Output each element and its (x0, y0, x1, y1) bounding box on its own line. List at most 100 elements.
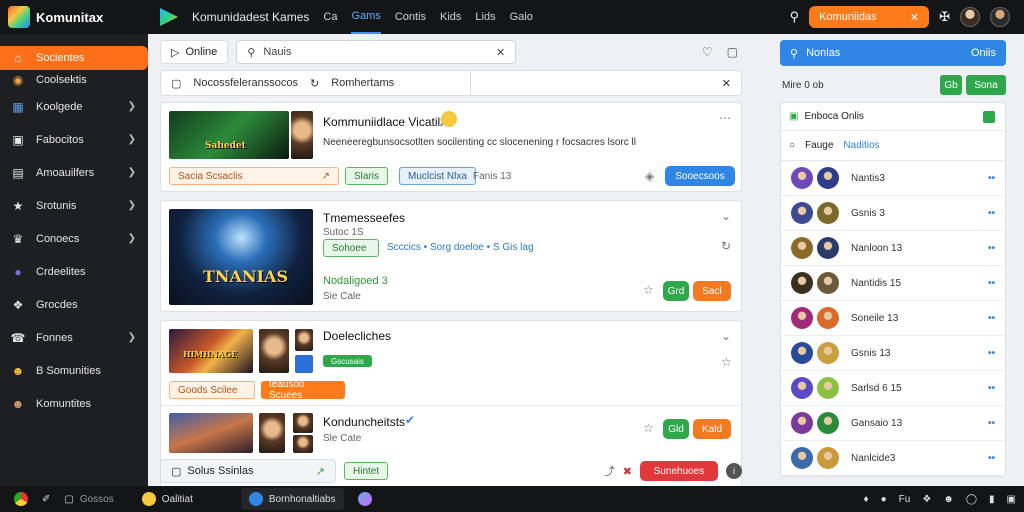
sidebar-item-srotunis[interactable]: ★ Srotunis ❯ (0, 189, 148, 222)
person-row[interactable]: Nanloon 13 •• (781, 231, 1005, 266)
compress-icon[interactable]: ✖ (623, 465, 632, 478)
sidebar-item-conoecs[interactable]: ♛ Conoecs ❯ (0, 222, 148, 255)
composer-chip[interactable]: Hintet (344, 462, 389, 480)
more-options-icon[interactable]: •• (988, 453, 995, 464)
taskbar-item-1[interactable]: ▢ Gossos (64, 494, 113, 505)
sidebar-item-komuntites[interactable]: ☻ Komuntites (0, 387, 148, 420)
composer-action-button[interactable]: Sunehuoes (640, 461, 718, 481)
sidebar-item-b-somunities[interactable]: ☻ B Somunities (0, 354, 148, 387)
avatar[interactable] (960, 7, 980, 27)
post-thumbnail[interactable]: Sahedet (169, 111, 289, 159)
sidebar-item-socientes[interactable]: ⌂ Socientes (0, 46, 148, 70)
person-row[interactable]: Gansaio 13 •• (781, 406, 1005, 441)
sidebar-item-crdeelites[interactable]: ● Crdeelites (0, 255, 148, 288)
tab-gams[interactable]: Gams (351, 0, 381, 34)
post-tag-3[interactable]: Muclcist Nlxa (399, 167, 476, 185)
more-options-icon[interactable]: •• (988, 313, 995, 324)
star-icon[interactable]: ☆ (643, 421, 654, 435)
star-icon[interactable]: ☆ (643, 283, 654, 297)
more-options-icon[interactable]: •• (988, 383, 995, 394)
post-thumbnail[interactable]: TNANIAS (169, 209, 313, 305)
post-tag-2[interactable]: Slaris (345, 167, 389, 185)
more-options-icon[interactable]: •• (988, 173, 995, 184)
post-green-button[interactable]: Grd (663, 281, 689, 301)
info-icon[interactable]: i (726, 463, 742, 479)
battery-icon[interactable]: ▮ (989, 494, 995, 505)
heart-icon[interactable]: ♡ (702, 45, 713, 59)
avatar-secondary[interactable] (990, 7, 1010, 27)
sidebar-item-grocdes[interactable]: ❖ Grocdes (0, 288, 148, 321)
post-tag-1[interactable]: Gscusais (323, 355, 372, 367)
post-tag-1[interactable]: Sohoee (323, 239, 379, 257)
taskbar-tool[interactable]: ✐ (42, 494, 50, 505)
tab-contis[interactable]: Contis (395, 0, 426, 34)
refresh-icon[interactable]: ↻ (721, 239, 731, 253)
filter-label[interactable]: Nocossfeleranssocos (193, 77, 298, 89)
person-row[interactable]: Nantidis 15 •• (781, 266, 1005, 301)
tab-gaio[interactable]: Gaio (510, 0, 533, 34)
taskbar-item-2[interactable]: Oalitiat (141, 492, 193, 506)
checkbox-icon[interactable] (983, 110, 995, 123)
radio-icon[interactable]: ○ (789, 140, 795, 151)
tray-icon[interactable]: ♦ (864, 494, 869, 505)
person-row[interactable]: Gsnis 3 •• (781, 196, 1005, 231)
taskbar-item-3[interactable]: Bornhonaltiabs (240, 488, 344, 510)
search-icon[interactable]: ⚲ (790, 9, 800, 25)
post-action-button[interactable]: Sooecsoos (665, 166, 735, 186)
more-options-icon[interactable]: •• (988, 208, 995, 219)
search-input[interactable]: ⚲ Nauis ✕ (236, 40, 517, 64)
online-filter[interactable]: ▷ Online (160, 40, 229, 64)
tab-kids[interactable]: Kids (440, 0, 461, 34)
more-options-icon[interactable]: •• (988, 418, 995, 429)
expand-icon[interactable]: ▢ (727, 45, 738, 59)
composer-input[interactable]: ▢ Solus Ssinlas ↗ (160, 459, 336, 483)
person-row[interactable]: Sarlsd 6 15 •• (781, 371, 1005, 406)
volume-icon[interactable]: ❖ (922, 494, 931, 505)
post-green-button-4[interactable]: Gld (663, 419, 689, 439)
post-orange-button[interactable]: Sacl (693, 281, 731, 301)
network-icon[interactable]: ● (881, 494, 887, 505)
shield-icon[interactable]: ◈ (645, 169, 654, 183)
settings-icon[interactable]: ✠ (939, 9, 950, 25)
users-icon[interactable]: ☻ (943, 494, 954, 505)
post-title[interactable]: Kommuniidlace Vicatilx (323, 115, 446, 129)
post-title-4[interactable]: Konduncheitsts (323, 415, 405, 429)
clear-icon[interactable]: ✕ (496, 46, 505, 59)
person-row[interactable]: Nantis3 •• (781, 161, 1005, 196)
post-tag-1[interactable]: Sacia Scsaclis ↗ (169, 167, 339, 185)
person-row[interactable]: Nanlcide3 •• (781, 441, 1005, 476)
filter-link[interactable]: Naditios (843, 140, 879, 151)
post-thumbnail[interactable]: HIMHNAGE (169, 329, 253, 373)
online-small-button[interactable]: Gb (940, 75, 962, 95)
more-options-icon[interactable]: ⋯ (719, 111, 731, 125)
logo[interactable]: Komunitax (0, 6, 150, 28)
post-tag-a[interactable]: Goods Scilee (169, 381, 255, 399)
sidebar-item-koolgede[interactable]: ▦ Koolgede ❯ (0, 90, 148, 123)
post-orange-button-4[interactable]: Kald (693, 419, 731, 439)
filter-label-secondary[interactable]: Romhertams (331, 77, 394, 89)
sidebar-item-coolsektis[interactable]: ◉ Coolsektis (0, 70, 148, 90)
chevron-down-icon[interactable]: ⌄ (721, 329, 731, 343)
community-search[interactable]: Komuniidas ✕ (809, 6, 930, 28)
clock-icon[interactable]: ◯ (966, 494, 977, 505)
more-options-icon[interactable]: •• (988, 278, 995, 289)
star-icon[interactable]: ☆ (721, 355, 732, 369)
online-wide-button[interactable]: Sona (966, 75, 1006, 95)
post-tag-b[interactable]: Ieausoo Scuees (261, 379, 345, 401)
notification-icon[interactable]: ▣ (1007, 494, 1016, 505)
online-search[interactable]: ⚲ Nonlas Oniis (780, 40, 1006, 66)
sidebar-item-fonnes[interactable]: ☎ Fonnes ❯ (0, 321, 148, 354)
tab-lids[interactable]: Lids (475, 0, 495, 34)
taskbar-browser[interactable] (14, 492, 28, 506)
close-filter-icon[interactable]: ✕ (722, 77, 731, 90)
more-options-icon[interactable]: •• (988, 243, 995, 254)
person-row[interactable]: Soneile 13 •• (781, 301, 1005, 336)
close-icon[interactable]: ✕ (910, 11, 919, 24)
sidebar-item-fabocitos[interactable]: ▣ Fabocitos ❯ (0, 123, 148, 156)
chevron-down-icon[interactable]: ⌄ (721, 209, 731, 223)
person-row[interactable]: Gsnis 13 •• (781, 336, 1005, 371)
post-thumbnail-4[interactable] (169, 413, 253, 453)
sidebar-item-amoauilfers[interactable]: ▤ Amoauilfers ❯ (0, 156, 148, 189)
tab-ca[interactable]: Ca (323, 0, 337, 34)
post-title[interactable]: Doelecliches (323, 329, 391, 343)
